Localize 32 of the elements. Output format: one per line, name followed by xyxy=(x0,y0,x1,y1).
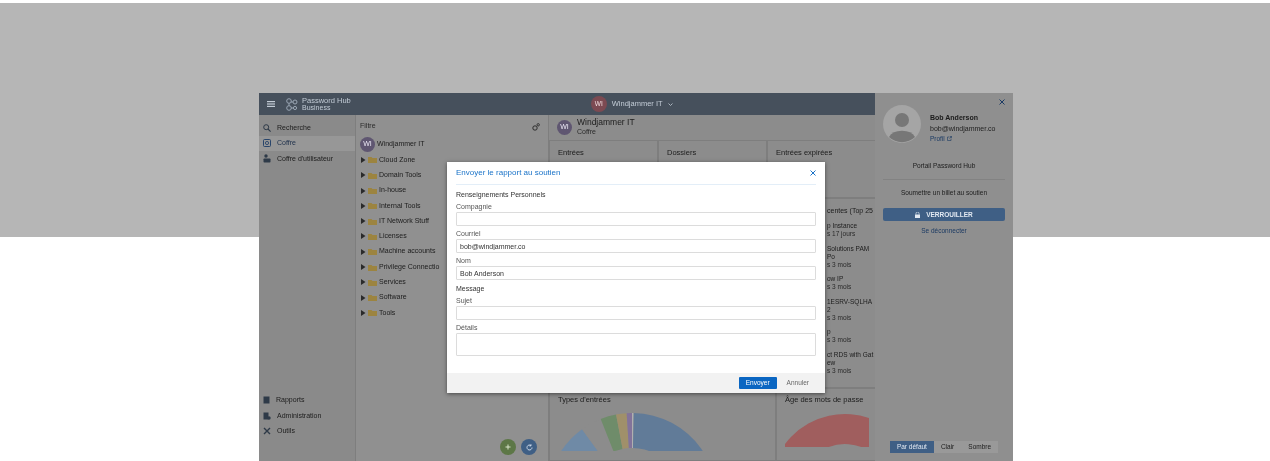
report-icon xyxy=(263,396,270,405)
expand-caret-icon[interactable] xyxy=(360,187,366,194)
settings-icon[interactable] xyxy=(532,122,540,131)
admin-icon xyxy=(263,411,271,420)
input-field[interactable] xyxy=(456,306,816,320)
expand-caret-icon[interactable] xyxy=(360,264,366,270)
input-field[interactable] xyxy=(456,212,816,226)
expand-caret-icon[interactable] xyxy=(360,279,366,286)
logo-icon xyxy=(285,97,299,111)
search-icon xyxy=(263,123,271,132)
expand-caret-icon[interactable] xyxy=(360,218,366,225)
avatar-placeholder xyxy=(883,105,921,143)
user-safe-icon xyxy=(263,154,271,164)
refresh-icon xyxy=(525,443,533,451)
close-icon[interactable] xyxy=(999,99,1005,105)
caret-icon[interactable] xyxy=(667,102,673,106)
close-icon[interactable] xyxy=(810,170,816,176)
external-link-icon xyxy=(946,136,952,142)
safe-icon xyxy=(263,139,271,148)
refresh-button[interactable] xyxy=(521,439,537,455)
expand-caret-icon[interactable] xyxy=(360,309,366,316)
vault-title: Windjammer IT xyxy=(577,118,635,127)
expand-caret-icon[interactable] xyxy=(360,202,366,209)
expand-caret-icon[interactable] xyxy=(360,172,366,179)
expand-caret-icon[interactable] xyxy=(360,233,366,240)
tools-icon xyxy=(263,427,271,436)
expand-caret-icon[interactable] xyxy=(360,248,366,255)
expand-caret-icon[interactable] xyxy=(360,156,366,163)
expand-caret-icon[interactable] xyxy=(360,294,366,301)
lock-icon xyxy=(915,211,921,218)
plus-icon xyxy=(505,444,511,450)
menu-icon[interactable] xyxy=(267,101,275,107)
